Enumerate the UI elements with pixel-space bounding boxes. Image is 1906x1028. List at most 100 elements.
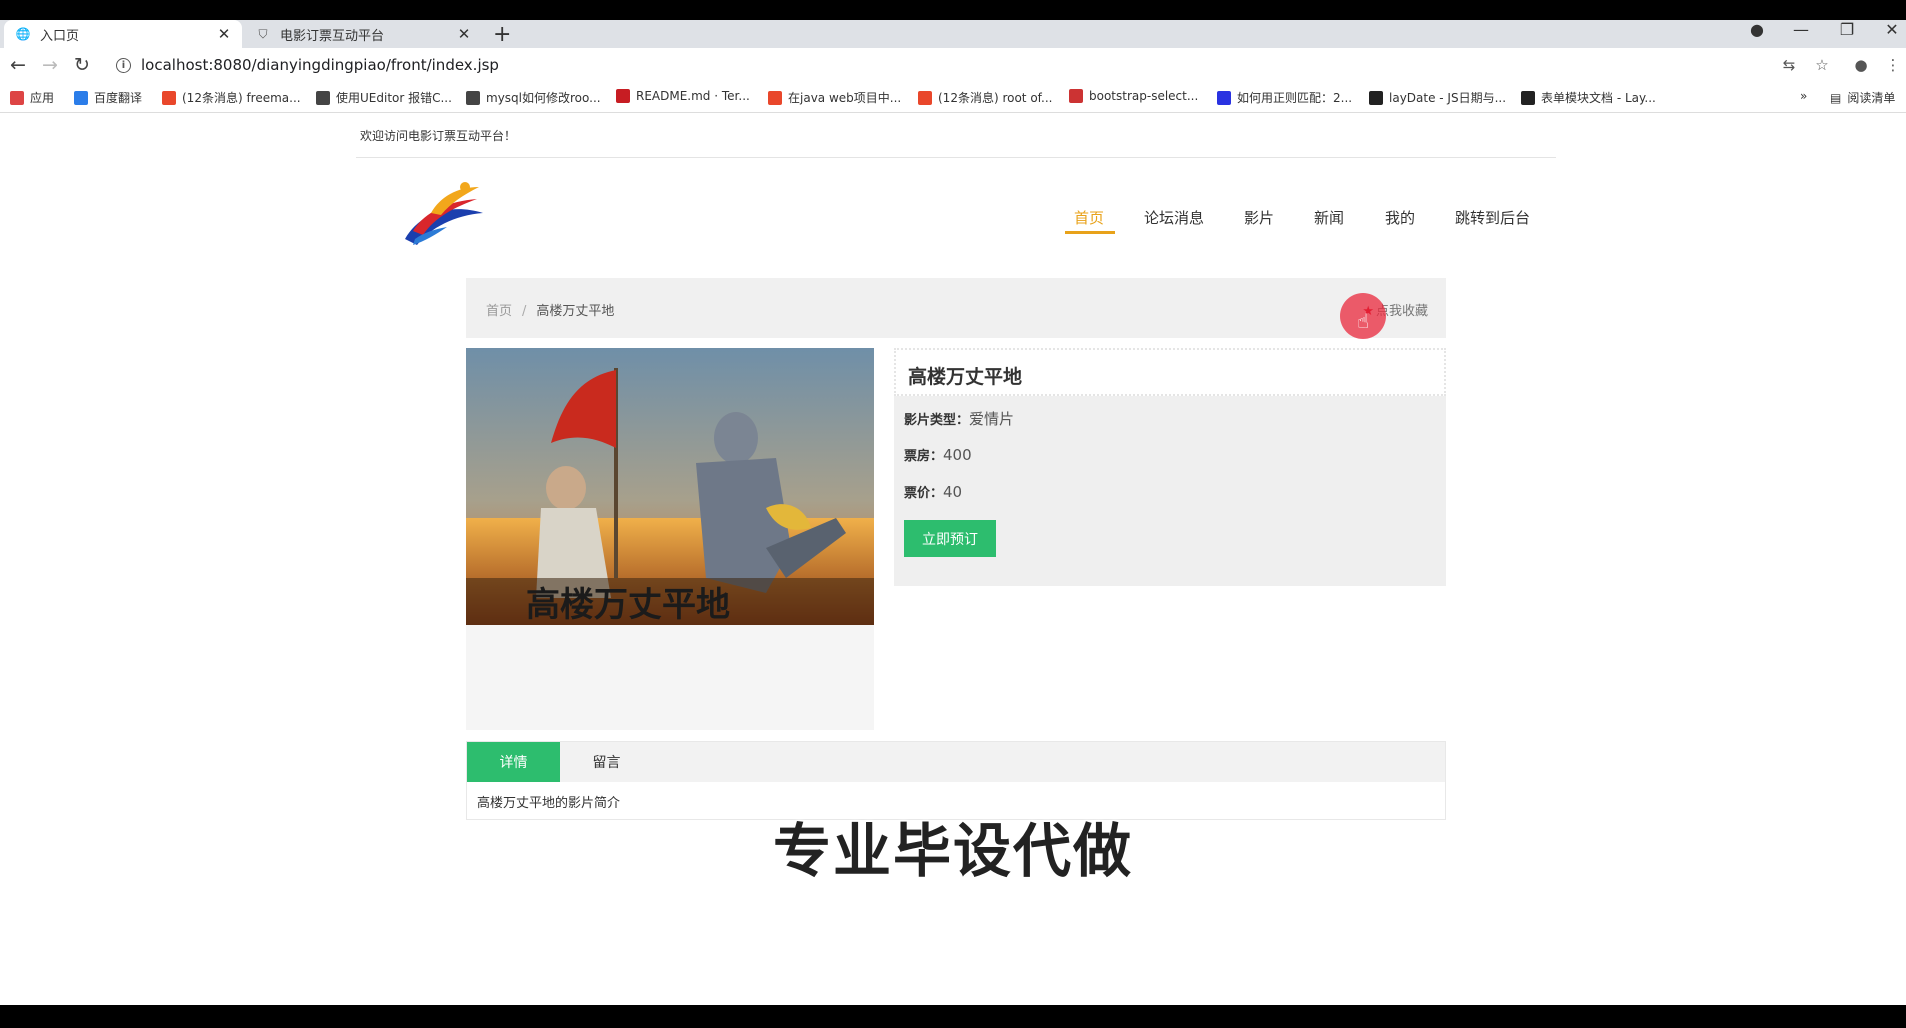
address-bar[interactable]: i localhost:8080/dianyingdingpiao/front/… xyxy=(106,51,1794,79)
bookmark-label: 在java web项目中... xyxy=(788,91,902,105)
movie-type-label: 影片类型： xyxy=(904,413,970,428)
bookmark-label: 应用 xyxy=(30,91,55,105)
restore-icon[interactable]: ❐ xyxy=(1832,20,1862,39)
movie-type-value: 爱情片 xyxy=(969,410,1015,428)
bookmark-label: (12条消息) root of... xyxy=(938,91,1053,105)
bookmark-item[interactable]: 百度翻译 xyxy=(74,89,142,106)
bookmark-icon xyxy=(316,90,330,105)
menu-icon[interactable]: ⋮ xyxy=(1882,56,1904,74)
nav-news[interactable]: 新闻 xyxy=(1314,207,1344,228)
tab-movie-platform[interactable]: ⛉ 电影订票互动平台 ✕ xyxy=(244,20,482,48)
price-label: 票价： xyxy=(904,486,944,501)
csdn-icon xyxy=(162,90,176,105)
bookmarks-overflow-button[interactable]: » xyxy=(1800,89,1807,103)
nav-mine[interactable]: 我的 xyxy=(1385,207,1415,228)
reading-list-button[interactable]: ▤ 阅读清单 xyxy=(1830,89,1895,106)
tab-entry-page[interactable]: 🌐 入口页 ✕ xyxy=(4,20,242,48)
translate-icon[interactable]: ⇆ xyxy=(1778,56,1800,74)
box-office-row: 票房：400 xyxy=(904,445,972,464)
bookmark-label: 使用UEditor 报错C... xyxy=(336,91,452,105)
browser-chrome: 🌐 入口页 ✕ ⛉ 电影订票互动平台 ✕ + ● — ❐ ✕ ← → ↻ i l… xyxy=(0,20,1906,113)
bookmark-icon xyxy=(1069,89,1083,103)
box-office-label: 票房： xyxy=(904,449,944,464)
breadcrumb-current: 高楼万丈平地 xyxy=(536,304,615,319)
tab-comments[interactable]: 留言 xyxy=(560,742,653,782)
bookmark-item[interactable]: (12条消息) freema... xyxy=(162,89,301,106)
reading-list-icon: ▤ xyxy=(1830,90,1842,105)
close-icon[interactable]: ✕ xyxy=(454,25,474,43)
bookmarks-bar: 应用 百度翻译 (12条消息) freema... 使用UEditor 报错C... m… xyxy=(0,82,1906,113)
gitee-icon xyxy=(616,89,630,103)
site-info-icon[interactable]: i xyxy=(116,57,131,73)
movie-title: 高楼万丈平地 xyxy=(908,366,1023,388)
nav-home[interactable]: 首页 xyxy=(1074,207,1104,228)
movie-type-row: 影片类型：爱情片 xyxy=(904,408,1014,429)
movie-poster[interactable]: 高楼万丈平地 xyxy=(466,348,874,625)
bookmark-item[interactable]: 应用 xyxy=(10,89,54,106)
csdn-icon xyxy=(768,90,782,105)
nav-active-underline xyxy=(1065,231,1115,234)
bookmark-label: mysql如何修改roo... xyxy=(486,91,601,105)
book-now-button[interactable]: 立即预订 xyxy=(904,520,996,557)
globe-icon: 🌐 xyxy=(15,27,31,41)
bookmark-icon xyxy=(466,90,480,105)
bookmark-label: (12条消息) freema... xyxy=(182,91,301,105)
poster-column: 高楼万丈平地 xyxy=(466,348,874,730)
box-office-value: 400 xyxy=(943,446,972,464)
breadcrumb: 首页 / 高楼万丈平地 xyxy=(486,300,614,319)
screen: 🌐 入口页 ✕ ⛉ 电影订票互动平台 ✕ + ● — ❐ ✕ ← → ↻ i l… xyxy=(0,0,1906,1028)
minimize-icon[interactable]: — xyxy=(1786,20,1816,39)
movie-info-panel: 高楼万丈平地 影片类型：爱情片 票房：400 票价：40 立即预订 xyxy=(894,348,1446,586)
tab-details[interactable]: 详情 xyxy=(467,742,560,782)
bookmark-label: README.md · Ter... xyxy=(636,89,750,103)
bookmark-item[interactable]: 如何用正则匹配：2... xyxy=(1217,89,1352,106)
bookmark-item[interactable]: (12条消息) root of... xyxy=(918,89,1052,106)
bookmark-label: bootstrap-select... xyxy=(1089,89,1199,103)
reload-icon[interactable]: ↻ xyxy=(70,54,94,76)
tabs-header: 详情 留言 xyxy=(467,742,1445,782)
bookmark-label: 如何用正则匹配：2... xyxy=(1237,91,1353,105)
price-row: 票价：40 xyxy=(904,482,962,501)
layui-icon xyxy=(1521,90,1535,105)
bookmark-label: layDate - JS日期与... xyxy=(1389,91,1507,105)
forward-icon[interactable]: → xyxy=(38,54,62,76)
close-window-icon[interactable]: ✕ xyxy=(1877,20,1906,39)
bookmark-item[interactable]: bootstrap-select... xyxy=(1069,89,1198,103)
profile-icon[interactable]: ● xyxy=(1850,56,1872,74)
price-value: 40 xyxy=(943,483,963,501)
baidu-icon xyxy=(1217,90,1231,105)
close-icon[interactable]: ✕ xyxy=(214,25,234,43)
reading-list-label: 阅读清单 xyxy=(1847,91,1896,105)
bookmark-item[interactable]: mysql如何修改roo... xyxy=(466,89,601,106)
breadcrumb-bar: 首页/高楼万丈平地 ★点我收藏 xyxy=(466,278,1446,338)
csdn-icon xyxy=(918,90,932,105)
star-icon[interactable]: ☆ xyxy=(1811,56,1833,74)
nav-admin[interactable]: 跳转到后台 xyxy=(1455,207,1530,228)
bookmark-item[interactable]: layDate - JS日期与... xyxy=(1369,89,1506,106)
welcome-text: 欢迎访问电影订票互动平台！ xyxy=(360,129,517,143)
layui-icon xyxy=(1369,90,1383,105)
watermark-caption: 专业毕设代做 xyxy=(772,817,1133,885)
shield-icon: ⛉ xyxy=(258,26,268,41)
bookmark-label: 表单模块文档 - Lay... xyxy=(1541,91,1656,105)
profile-dropdown-icon[interactable]: ● xyxy=(1742,20,1772,39)
breadcrumb-home[interactable]: 首页 xyxy=(486,304,512,319)
tab-title: 入口页 xyxy=(40,28,80,44)
bookmark-item[interactable]: README.md · Ter... xyxy=(616,89,750,103)
apps-grid-icon xyxy=(10,90,24,105)
bookmark-label: 百度翻译 xyxy=(94,91,143,105)
divider xyxy=(356,157,1556,158)
breadcrumb-separator: / xyxy=(522,304,527,319)
bookmark-item[interactable]: 使用UEditor 报错C... xyxy=(316,89,452,106)
new-tab-button[interactable]: + xyxy=(493,22,511,47)
nav-movies[interactable]: 影片 xyxy=(1244,207,1274,228)
bookmark-item[interactable]: 表单模块文档 - Lay... xyxy=(1521,89,1656,106)
site-logo[interactable] xyxy=(395,173,490,253)
hand-cursor-icon: ☝ xyxy=(1357,309,1370,333)
nav-forum[interactable]: 论坛消息 xyxy=(1144,207,1204,228)
toolbar: ← → ↻ i localhost:8080/dianyingdingpiao/… xyxy=(0,48,1906,82)
translate-icon xyxy=(74,90,88,105)
url-text: localhost:8080/dianyingdingpiao/front/in… xyxy=(141,56,499,74)
back-icon[interactable]: ← xyxy=(6,54,30,76)
bookmark-item[interactable]: 在java web项目中... xyxy=(768,89,901,106)
